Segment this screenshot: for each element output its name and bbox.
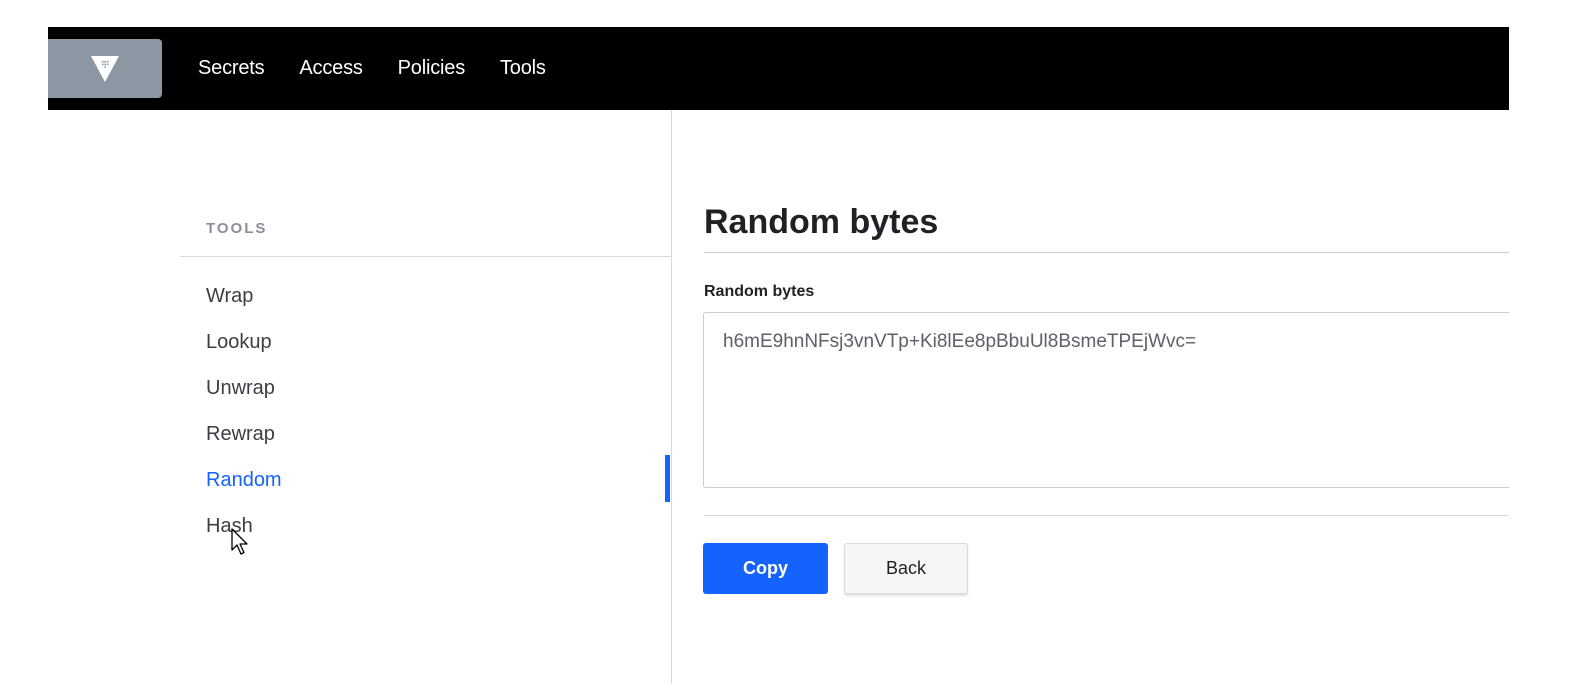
sidebar-border (671, 110, 672, 684)
sidebar-divider (180, 256, 671, 257)
vault-logo-icon[interactable] (48, 39, 162, 98)
form-divider (704, 515, 1509, 516)
nav-item-policies[interactable]: Policies (398, 57, 466, 80)
sidebar-item-random[interactable]: Random (206, 466, 282, 512)
nav-item-access[interactable]: Access (299, 57, 362, 80)
sidebar-item-unwrap[interactable]: Unwrap (206, 374, 282, 420)
page-title: Random bytes (704, 203, 939, 241)
back-button[interactable]: Back (844, 543, 968, 594)
nav-item-secrets[interactable]: Secrets (198, 57, 265, 80)
random-bytes-label: Random bytes (704, 283, 815, 300)
sidebar-item-lookup[interactable]: Lookup (206, 328, 282, 374)
tools-sidebar: TOOLS Wrap Lookup Unwrap Rewrap Random H… (180, 110, 671, 684)
random-bytes-output[interactable]: h6mE9hnNFsj3vnVTp+Ki8lEe8pBbuUl8BsmeTPEj… (703, 312, 1509, 488)
active-item-marker (665, 455, 670, 502)
nav-item-tools[interactable]: Tools (500, 57, 546, 80)
sidebar-item-rewrap[interactable]: Rewrap (206, 420, 282, 466)
sidebar-list: Wrap Lookup Unwrap Rewrap Random Hash (206, 282, 282, 558)
title-divider (704, 252, 1509, 253)
top-navigation-bar: Secrets Access Policies Tools (48, 27, 1509, 110)
main-nav: Secrets Access Policies Tools (198, 27, 581, 110)
sidebar-item-wrap[interactable]: Wrap (206, 282, 282, 328)
sidebar-heading: TOOLS (206, 220, 268, 237)
copy-button[interactable]: Copy (703, 543, 828, 594)
mouse-pointer-icon (231, 528, 248, 555)
